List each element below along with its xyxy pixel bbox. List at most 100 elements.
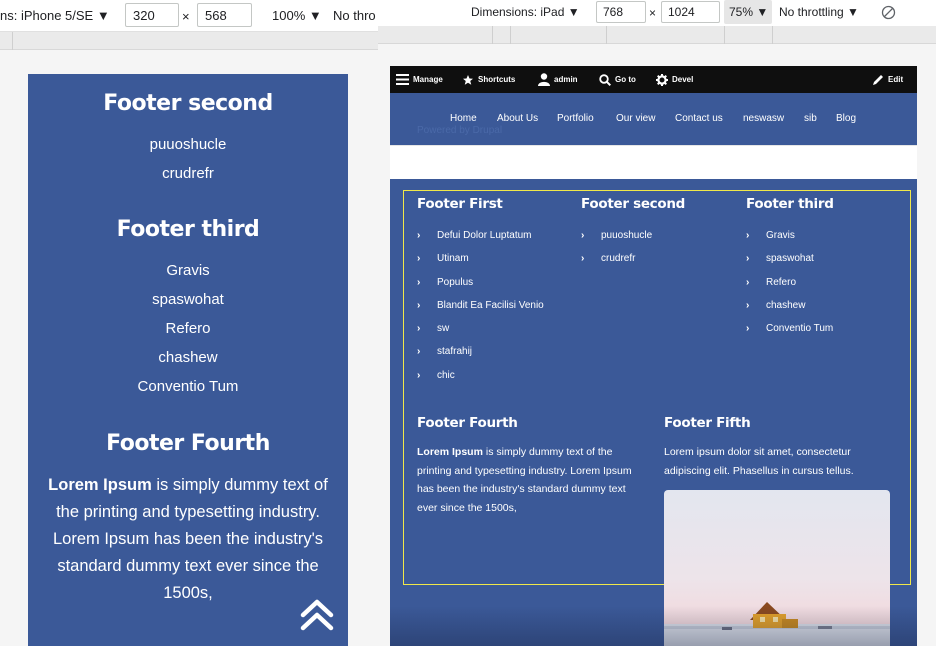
footer-link[interactable]: chashew xyxy=(28,343,348,372)
footer-link[interactable]: › sw xyxy=(417,323,544,346)
iphone-viewport-canvas: Footer second puuoshucle crudrefr Footer… xyxy=(0,50,378,646)
device-select[interactable]: Dimensions: iPad ▼ xyxy=(471,5,580,19)
dimension-separator: × xyxy=(182,9,190,24)
throttle-select[interactable]: No throttling ▼ xyxy=(779,5,859,19)
user-icon xyxy=(538,73,550,86)
zoom-select[interactable]: 75% ▼ xyxy=(729,5,768,19)
footer-link[interactable]: Gravis xyxy=(28,256,348,285)
admin-item-label: Devel xyxy=(672,75,694,84)
admin-item-shortcuts[interactable]: Shortcuts xyxy=(462,72,515,87)
admin-item-edit[interactable]: Edit xyxy=(872,72,903,87)
footer-link[interactable]: › Blandit Ea Facilisi Venio xyxy=(417,300,544,323)
nav-item-about-us[interactable]: About Us xyxy=(497,113,538,124)
footer-link[interactable]: › Gravis xyxy=(746,230,833,253)
chevron-right-icon: › xyxy=(746,253,750,265)
nav-item-blog[interactable]: Blog xyxy=(836,113,856,124)
footer-second-list: puuoshucle crudrefr xyxy=(28,130,348,188)
chevron-right-icon: › xyxy=(746,299,750,311)
footer-link-label: Refero xyxy=(766,276,797,288)
ipad-page: Manage Shortcuts admin Go to Devel Edit … xyxy=(390,66,917,646)
chevron-right-icon: › xyxy=(417,369,421,381)
footer-link[interactable]: crudrefr xyxy=(28,159,348,188)
footer-link[interactable]: › Populus xyxy=(417,277,544,300)
winter-house-image xyxy=(664,490,890,646)
footer-link[interactable]: › chashew xyxy=(746,300,833,323)
pencil-icon xyxy=(873,74,883,85)
dimension-separator: × xyxy=(649,6,657,20)
menu-icon xyxy=(396,74,409,85)
footer-link[interactable]: Refero xyxy=(28,314,348,343)
star-icon xyxy=(463,74,473,85)
admin-item-label: Manage xyxy=(413,75,443,84)
footer-link-label: stafrahij xyxy=(437,346,473,358)
nav-item-portfolio[interactable]: Portfolio xyxy=(557,113,594,124)
nav-item-home[interactable]: Home xyxy=(450,113,477,124)
nav-item-our-view[interactable]: Our view xyxy=(616,113,655,124)
footer-fourth-title: Footer Fourth xyxy=(417,415,518,431)
content-region xyxy=(390,145,917,179)
footer-first-title: Footer First xyxy=(417,196,503,212)
footer-link[interactable]: › Defui Dolor Luptatum xyxy=(417,230,544,253)
search-icon xyxy=(599,73,611,86)
footer-first-list: › Defui Dolor Luptatum › Utinam › Populus ›… xyxy=(417,230,544,393)
device-select[interactable]: ns: iPhone 5/SE ▼ xyxy=(0,8,110,23)
media-query-ruler[interactable] xyxy=(0,32,378,50)
height-input[interactable]: 568 xyxy=(197,3,252,27)
nav-item-contact-us[interactable]: Contact us xyxy=(675,113,723,124)
chevron-right-icon: › xyxy=(417,230,421,241)
footer-link[interactable]: › Refero xyxy=(746,277,833,300)
media-query-ruler[interactable] xyxy=(378,26,936,44)
admin-item-label: Shortcuts xyxy=(478,75,516,84)
width-input[interactable]: 768 xyxy=(596,1,646,23)
footer-link[interactable]: › Conventio Tum xyxy=(746,323,833,346)
device-toolbar-ipad: Dimensions: iPad ▼ 768 × 1024 75% ▼ No t… xyxy=(378,0,936,26)
footer-third-title: Footer third xyxy=(116,217,260,242)
footer-link-label: Blandit Ea Facilisi Venio xyxy=(437,299,544,311)
footer-link-label: Conventio Tum xyxy=(766,323,834,335)
chevron-right-icon: › xyxy=(581,253,585,265)
footer-link-label: Gravis xyxy=(766,230,795,241)
chevron-right-icon: › xyxy=(417,323,421,335)
admin-item-goto[interactable]: Go to xyxy=(599,72,636,87)
footer-link[interactable]: › puuoshucle xyxy=(581,230,652,253)
footer-second-list: › puuoshucle › crudrefr xyxy=(581,230,652,277)
footer-fifth-title: Footer Fifth xyxy=(664,415,751,431)
footer-fourth-title: Footer Fourth xyxy=(106,431,270,456)
footer-link[interactable]: › chic xyxy=(417,370,544,393)
footer-second-title: Footer second xyxy=(103,91,273,116)
footer-fourth-body: is simply dummy text of the printing and… xyxy=(52,476,328,602)
footer-link-label: spaswohat xyxy=(766,253,814,265)
chevron-right-icon: › xyxy=(417,299,421,311)
footer-link[interactable]: Conventio Tum xyxy=(28,372,348,401)
site-footer: Footer First › Defui Dolor Luptatum › Utin… xyxy=(390,179,917,646)
chevron-right-icon: › xyxy=(417,253,421,265)
footer-link[interactable]: puuoshucle xyxy=(28,130,348,159)
footer-fourth-text: Lorem Ipsum is simply dummy text of the … xyxy=(28,472,348,607)
chevron-right-icon: › xyxy=(417,346,421,358)
iphone-page-footer: Footer second puuoshucle crudrefr Footer… xyxy=(28,74,348,646)
admin-item-label: admin xyxy=(554,75,578,84)
footer-link[interactable]: spaswohat xyxy=(28,285,348,314)
height-input[interactable]: 1024 xyxy=(661,1,720,23)
footer-fourth-bold: Lorem Ipsum xyxy=(417,446,483,458)
footer-link[interactable]: › crudrefr xyxy=(581,253,652,276)
chevron-right-icon: › xyxy=(746,230,750,241)
footer-link-label: chic xyxy=(437,369,455,381)
admin-item-admin[interactable]: admin xyxy=(538,72,578,87)
zoom-select[interactable]: 100% ▼ xyxy=(272,8,322,23)
throttle-select[interactable]: No thro xyxy=(333,8,376,23)
admin-item-manage[interactable]: Manage xyxy=(396,72,443,87)
chevron-right-icon: › xyxy=(417,276,421,288)
nav-item-neswasw[interactable]: neswasw xyxy=(743,113,784,124)
footer-link[interactable]: › stafrahij xyxy=(417,346,544,369)
nav-item-sib[interactable]: sib xyxy=(804,113,817,124)
footer-link[interactable]: › spaswohat xyxy=(746,253,833,276)
footer-fourth-text: Lorem Ipsum is simply dummy text of the … xyxy=(417,443,639,517)
footer-fifth-text: Lorem ipsum dolor sit amet, consectetur … xyxy=(664,446,854,477)
admin-item-devel[interactable]: Devel xyxy=(656,72,693,87)
width-input[interactable]: 320 xyxy=(125,3,179,27)
double-chevron-up-icon[interactable] xyxy=(300,598,334,632)
rotate-icon[interactable] xyxy=(881,5,896,20)
main-navigation: Powered by Drupal Home About Us Portfoli… xyxy=(390,93,917,145)
footer-link[interactable]: › Utinam xyxy=(417,253,544,276)
